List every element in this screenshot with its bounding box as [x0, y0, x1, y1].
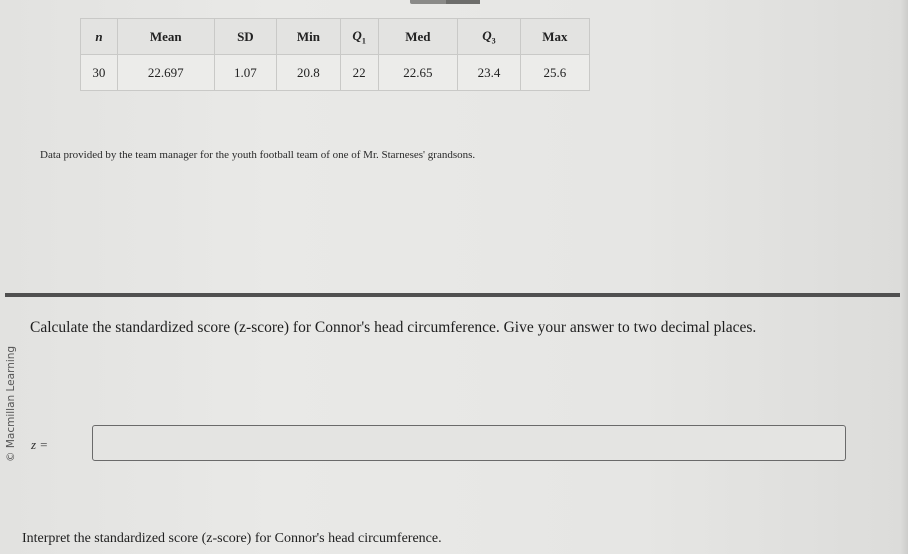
summary-statistics-table: n Mean SD Min Q1 Med Q3 Max 30 22.697 1.…	[80, 18, 591, 91]
page-edge-shadow	[900, 0, 908, 554]
copyright-notice: © Macmillan Learning	[5, 345, 17, 462]
z-score-answer-input[interactable]	[92, 425, 846, 461]
cell-sd: 1.07	[213, 54, 278, 91]
equals-sign: =	[40, 437, 48, 452]
header-max: Max	[519, 18, 591, 55]
cell-max: 25.6	[519, 54, 591, 91]
cell-q3: 23.4	[457, 54, 521, 91]
header-sd: SD	[213, 18, 278, 55]
question-interpret-z-score: Interpret the standardized score (z-scor…	[22, 531, 442, 546]
answer-label: z =	[31, 437, 47, 453]
header-mean: Mean	[116, 18, 215, 55]
data-source-note: Data provided by the team manager for th…	[40, 149, 476, 161]
header-min: Min	[276, 18, 341, 55]
cell-n: 30	[80, 54, 118, 91]
cell-min: 20.8	[276, 54, 341, 91]
header-q1: Q1	[339, 18, 379, 55]
table-row: 30 22.697 1.07 20.8 22 22.65 23.4 25.6	[80, 54, 591, 91]
header-q3: Q3	[457, 18, 521, 55]
section-divider	[5, 293, 900, 297]
cell-median: 22.65	[377, 54, 459, 91]
table-header-row: n Mean SD Min Q1 Med Q3 Max	[80, 18, 591, 55]
question-calculate-z-score: Calculate the standardized score (z-scor…	[30, 319, 757, 336]
header-n: n	[80, 18, 118, 55]
cell-mean: 22.697	[116, 54, 215, 91]
top-tab-handle	[410, 0, 480, 4]
z-variable: z	[31, 437, 37, 452]
header-median: Med	[377, 18, 459, 55]
cell-q1: 22	[339, 54, 379, 91]
